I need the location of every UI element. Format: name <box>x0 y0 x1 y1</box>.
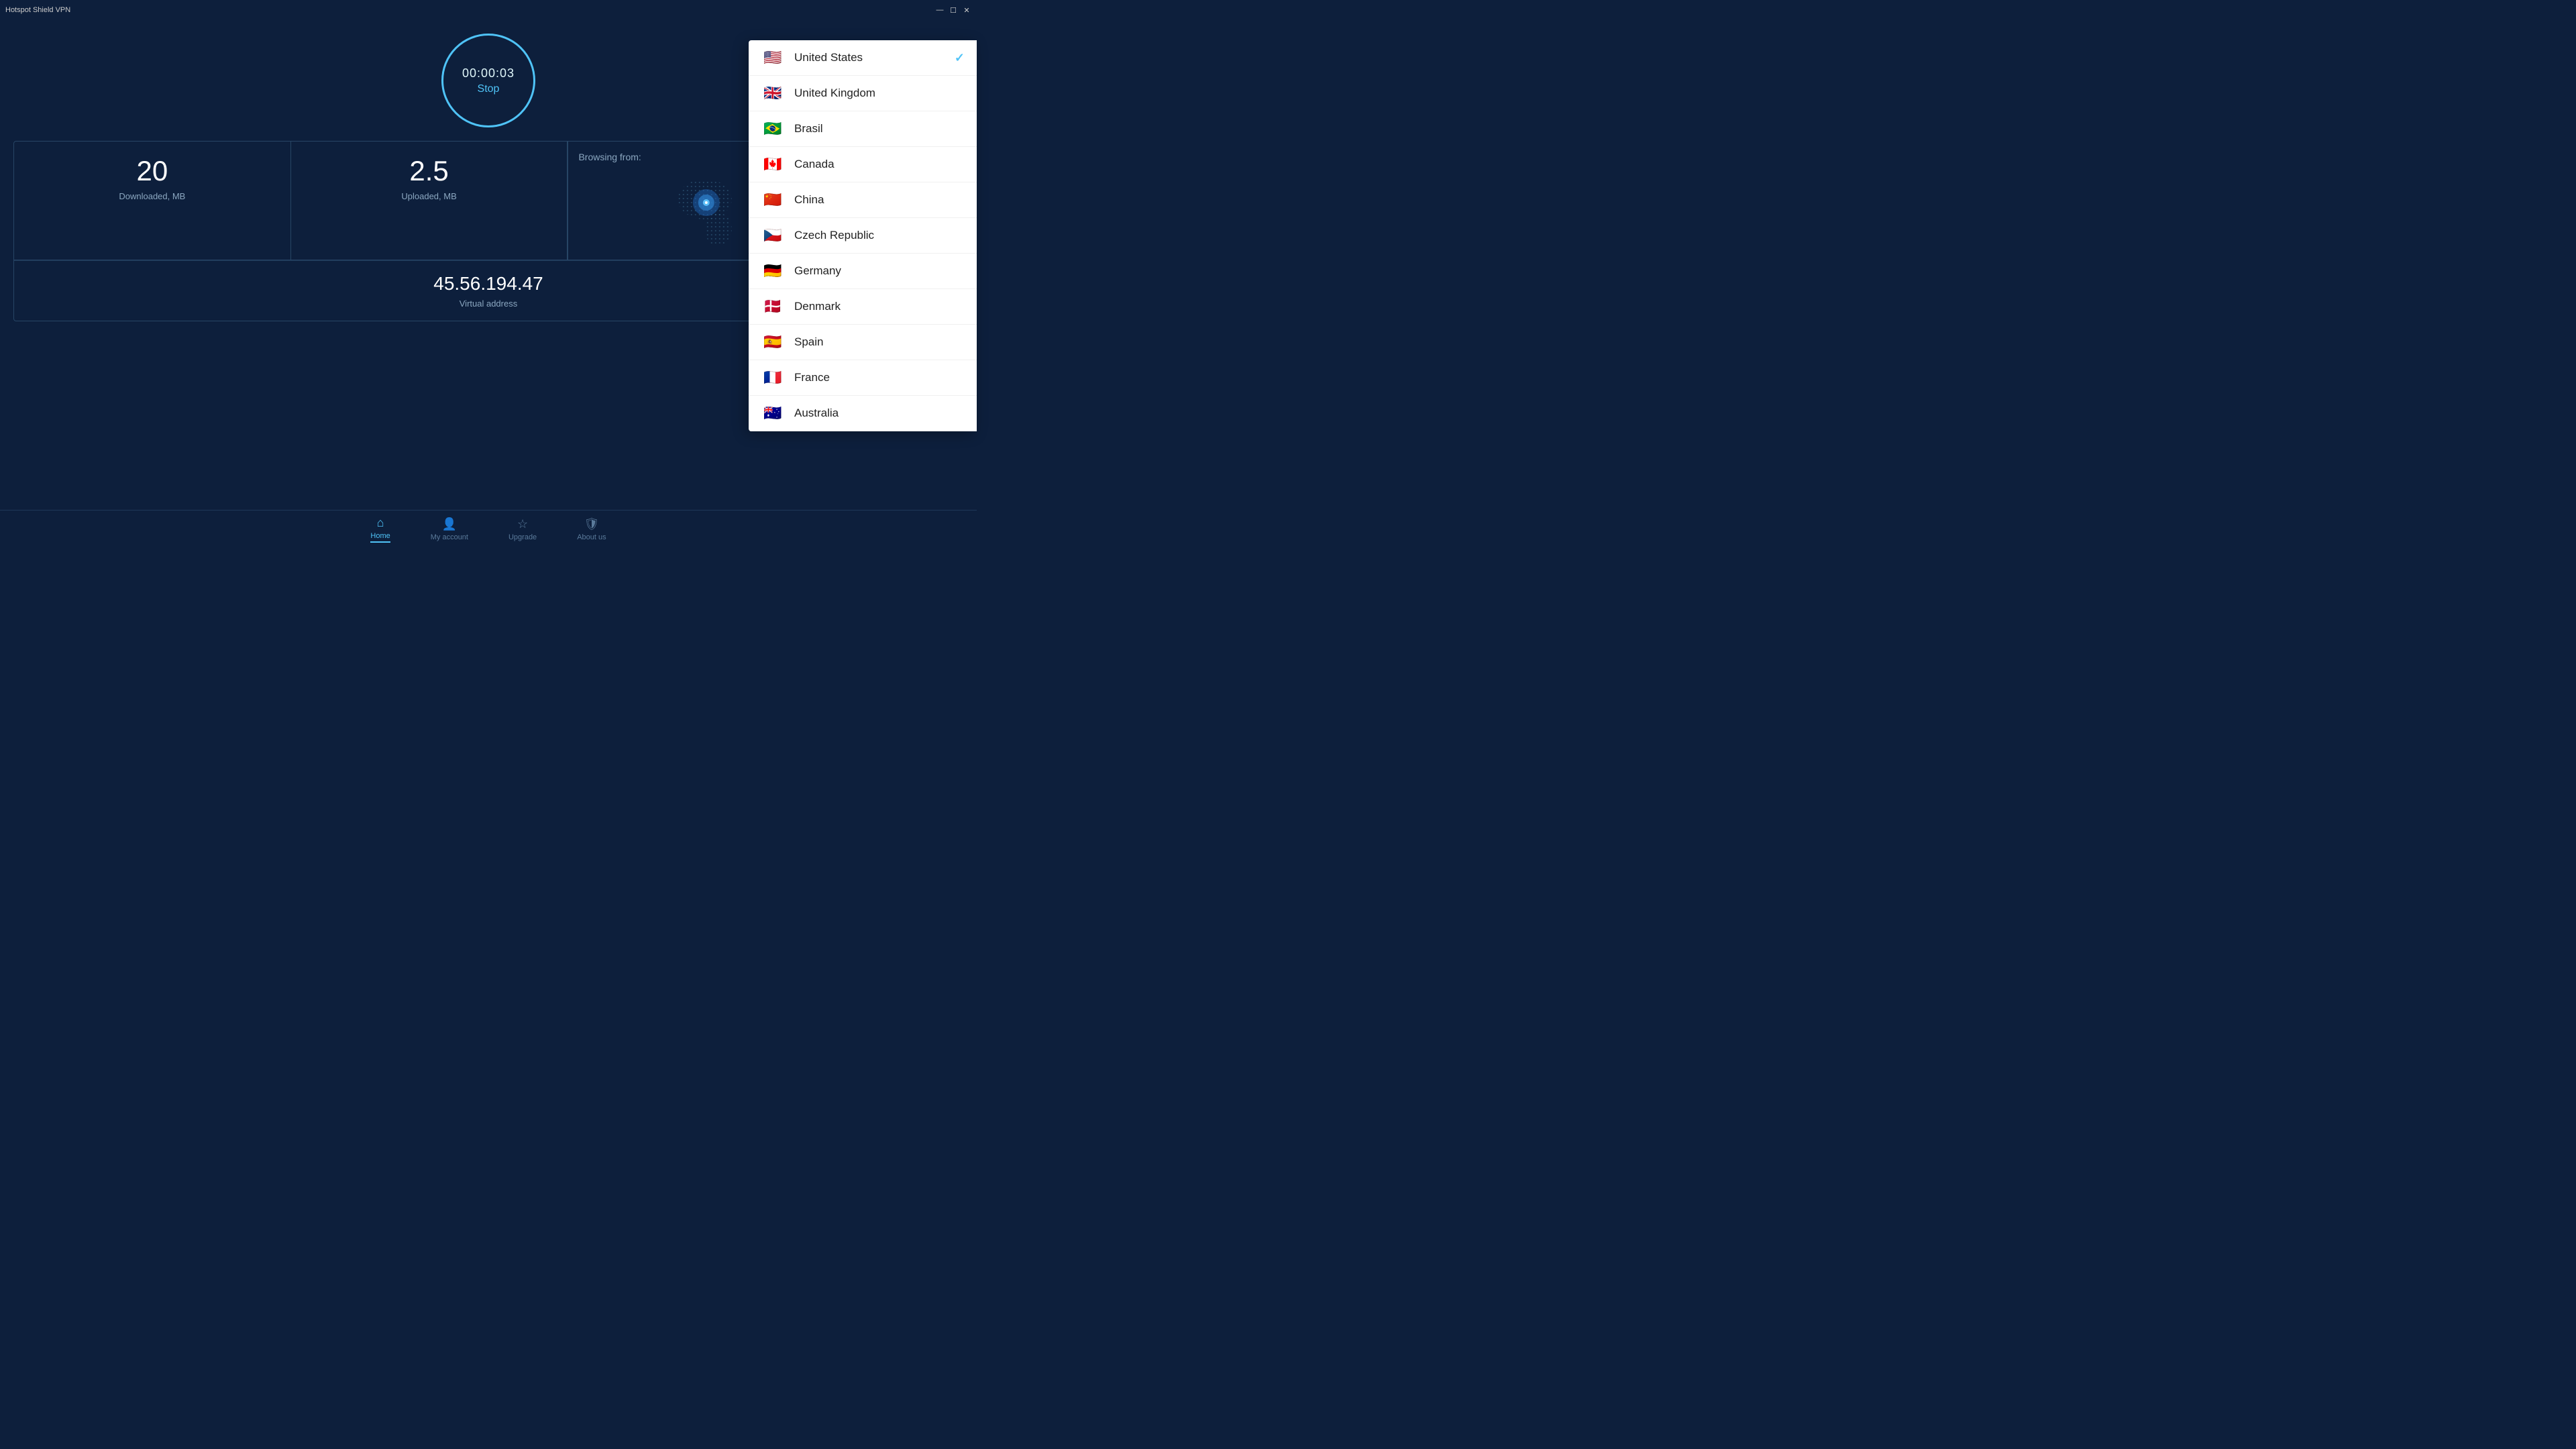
country-name-us: United States <box>794 51 945 64</box>
nav-account-label: My account <box>431 533 468 541</box>
account-icon: 👤 <box>442 517 457 531</box>
country-item-de[interactable]: 🇩🇪 Germany <box>749 254 977 289</box>
country-name-br: Brasil <box>794 122 965 136</box>
stop-button[interactable]: Stop <box>478 83 500 95</box>
nav-my-account[interactable]: 👤 My account <box>431 517 468 541</box>
app-title: Hotspot Shield VPN <box>5 6 70 14</box>
country-name-fr: France <box>794 371 965 384</box>
flag-cz: 🇨🇿 <box>761 227 785 244</box>
country-item-gb[interactable]: 🇬🇧 United Kingdom <box>749 76 977 111</box>
country-item-ca[interactable]: 🇨🇦 Canada <box>749 147 977 182</box>
flag-fr: 🇫🇷 <box>761 370 785 386</box>
minimize-button[interactable]: — <box>935 5 945 15</box>
flag-us: 🇺🇸 <box>761 50 785 66</box>
close-button[interactable]: ✕ <box>962 5 971 15</box>
about-icon: 🛡 <box>584 517 599 531</box>
country-item-dk[interactable]: 🇩🇰 Denmark <box>749 289 977 325</box>
nav-upgrade[interactable]: ☆ Upgrade <box>508 517 537 541</box>
country-name-gb: United Kingdom <box>794 87 965 100</box>
uploaded-label: Uploaded, MB <box>305 191 554 201</box>
main-area: 00:00:03 Stop 20 Downloaded, MB 2.5 Uplo… <box>0 20 977 547</box>
uploaded-stat: 2.5 Uploaded, MB <box>291 142 568 260</box>
nav-about-label: About us <box>577 533 606 541</box>
country-item-au[interactable]: 🇦🇺 Australia <box>749 396 977 431</box>
maximize-button[interactable]: ☐ <box>949 5 958 15</box>
flag-ca: 🇨🇦 <box>761 156 785 172</box>
country-item-us[interactable]: 🇺🇸 United States ✓ <box>749 40 977 76</box>
selected-checkmark: ✓ <box>955 51 965 65</box>
country-dropdown[interactable]: 🇺🇸 United States ✓ 🇬🇧 United Kingdom 🇧🇷 Brasil… <box>749 40 977 431</box>
nav-home-label: Home <box>370 532 390 540</box>
country-item-br[interactable]: 🇧🇷 Brasil <box>749 111 977 147</box>
title-bar: Hotspot Shield VPN — ☐ ✕ <box>0 0 977 20</box>
uploaded-value: 2.5 <box>305 155 554 187</box>
flag-au: 🇦🇺 <box>761 405 785 421</box>
country-item-es[interactable]: 🇪🇸 Spain <box>749 325 977 360</box>
home-icon: ⌂ <box>377 516 384 530</box>
bottom-nav: ⌂ Home 👤 My account ☆ Upgrade 🛡 About us <box>0 510 977 547</box>
flag-br: 🇧🇷 <box>761 121 785 137</box>
nav-upgrade-label: Upgrade <box>508 533 537 541</box>
upgrade-icon: ☆ <box>517 517 528 531</box>
country-item-fr[interactable]: 🇫🇷 France <box>749 360 977 396</box>
country-name-dk: Denmark <box>794 300 965 313</box>
flag-cn: 🇨🇳 <box>761 192 785 208</box>
downloaded-value: 20 <box>28 155 277 187</box>
country-name-cz: Czech Republic <box>794 229 965 242</box>
downloaded-stat: 20 Downloaded, MB <box>14 142 291 260</box>
flag-es: 🇪🇸 <box>761 334 785 350</box>
country-name-ca: Canada <box>794 158 965 171</box>
country-item-cz[interactable]: 🇨🇿 Czech Republic <box>749 218 977 254</box>
downloaded-label: Downloaded, MB <box>28 191 277 201</box>
nav-about-us[interactable]: 🛡 About us <box>577 517 606 541</box>
timer-display: 00:00:03 <box>462 66 515 80</box>
main-content: 00:00:03 Stop 20 Downloaded, MB 2.5 Uplo… <box>0 20 977 547</box>
country-item-cn[interactable]: 🇨🇳 China <box>749 182 977 218</box>
window-controls: — ☐ ✕ <box>935 5 971 15</box>
country-name-au: Australia <box>794 407 965 420</box>
country-name-cn: China <box>794 193 965 207</box>
flag-gb: 🇬🇧 <box>761 85 785 101</box>
country-name-es: Spain <box>794 335 965 349</box>
flag-de: 🇩🇪 <box>761 263 785 279</box>
timer-circle: 00:00:03 Stop <box>441 34 535 127</box>
nav-home[interactable]: ⌂ Home <box>370 516 390 543</box>
flag-dk: 🇩🇰 <box>761 299 785 315</box>
country-name-de: Germany <box>794 264 965 278</box>
